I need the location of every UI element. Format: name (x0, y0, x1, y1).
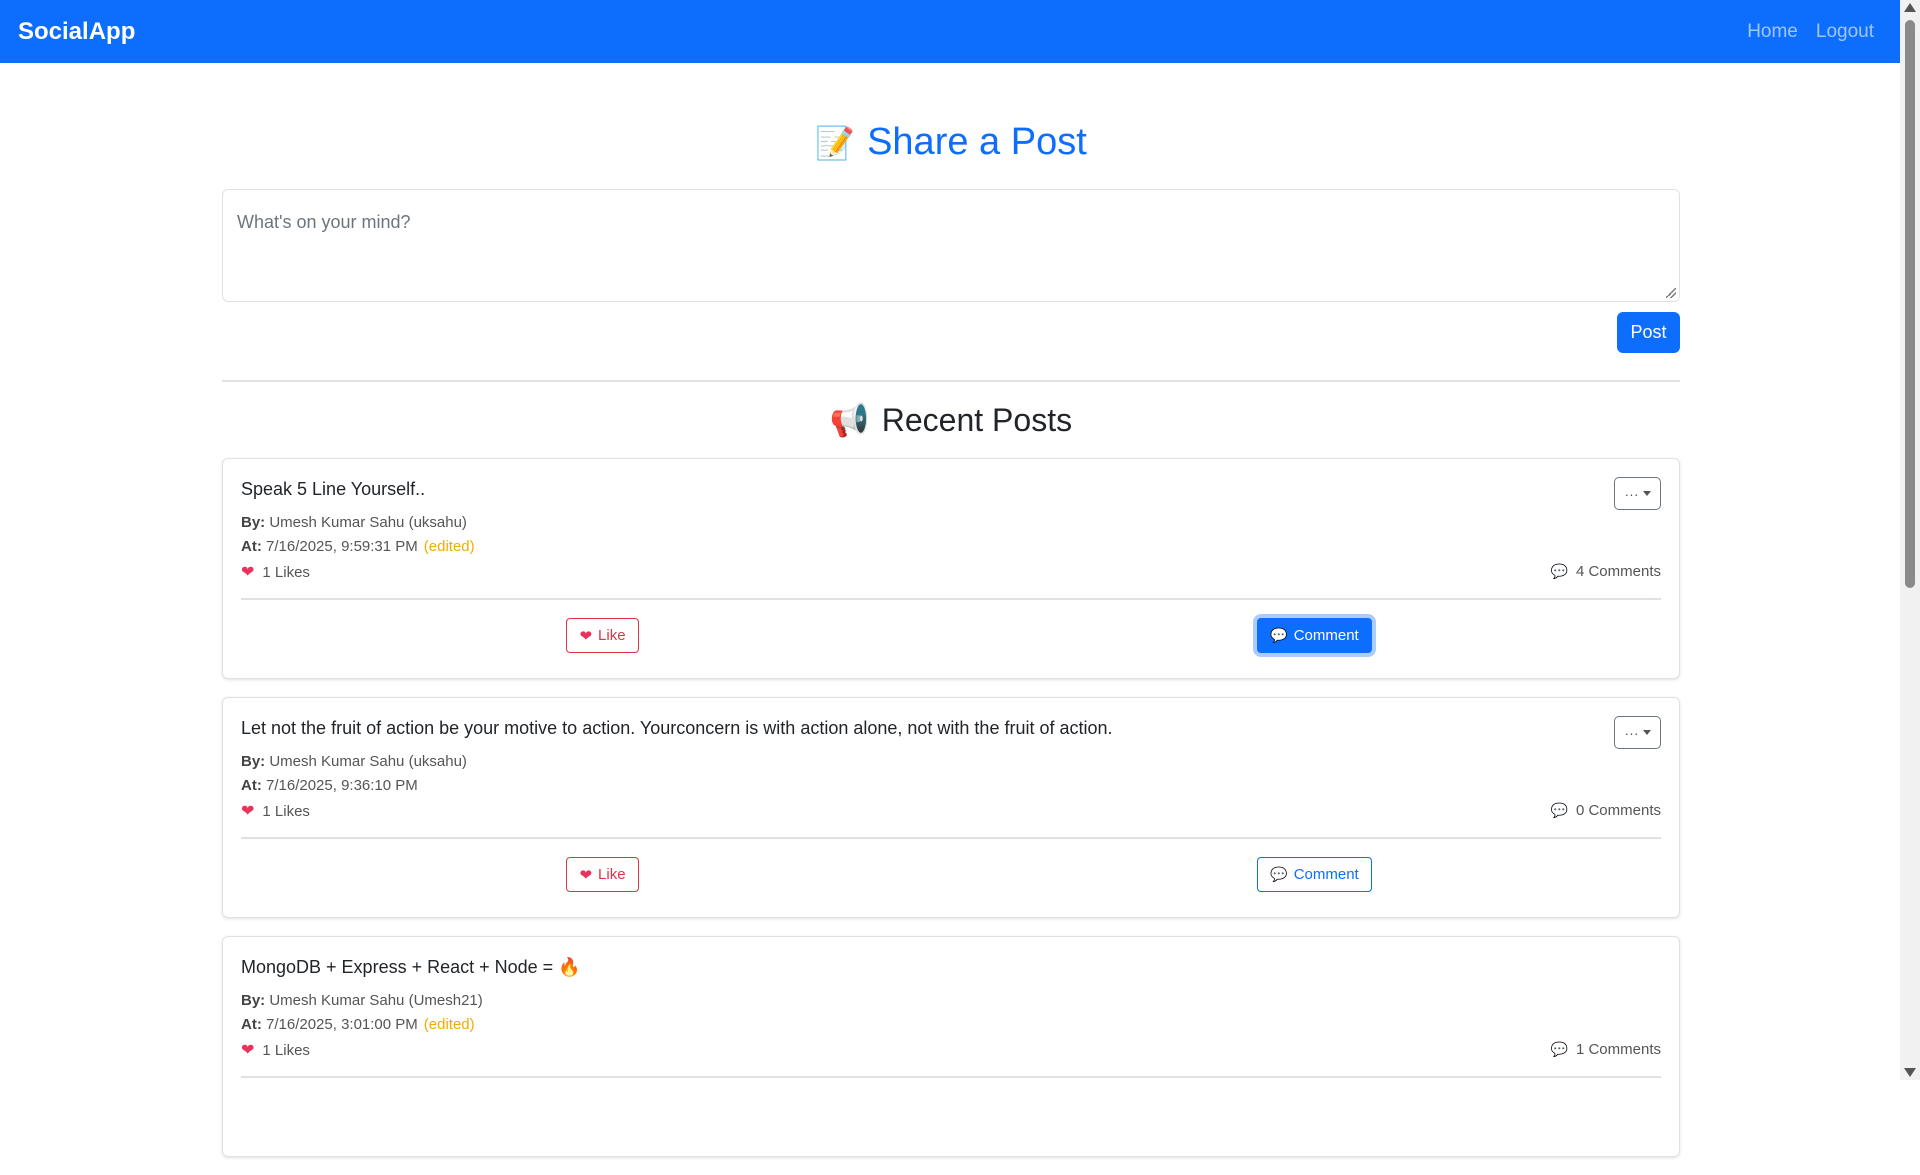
post-timestamp: At: 7/16/2025, 9:59:31 PM (edited) (241, 538, 475, 555)
post-stats: ❤ 1 Likes 💬 0 Comments (241, 798, 1661, 822)
nav-links: Home Logout (1747, 21, 1882, 43)
post-menu-button[interactable]: ··· (1614, 477, 1661, 510)
share-post-title: Share a Post (867, 121, 1087, 163)
speech-bubble-icon: 💬 (1270, 627, 1288, 644)
post-actions-row: ❤ Like 💬 Comment (241, 600, 1661, 664)
caret-down-icon (1642, 491, 1651, 496)
likes-count: ❤ 1 Likes (241, 800, 310, 820)
scroll-down-icon[interactable] (1904, 1068, 1916, 1077)
comments-count[interactable]: 💬 1 Comments (1551, 1041, 1661, 1058)
comment-button[interactable]: 💬 Comment (1257, 618, 1372, 653)
card-divider (241, 1076, 1661, 1078)
brand-logo[interactable]: SocialApp (18, 18, 135, 46)
heart-icon: ❤ (241, 561, 255, 581)
heart-icon: ❤ (241, 1039, 255, 1059)
like-button[interactable]: ❤ Like (566, 857, 639, 892)
heart-icon: ❤ (241, 800, 255, 820)
caret-down-icon (1642, 730, 1651, 735)
memo-icon: 📝 (815, 124, 856, 162)
page-scrollbar[interactable] (1900, 0, 1920, 1080)
post-author: By: Umesh Kumar Sahu (uksahu) (241, 753, 467, 770)
heart-icon: ❤ (579, 865, 593, 884)
post-button[interactable]: Post (1617, 312, 1680, 353)
navbar: SocialApp Home Logout (0, 0, 1900, 63)
post-textarea[interactable]: What's on your mind? (222, 189, 1680, 302)
post-timestamp: At: 7/16/2025, 9:36:10 PM (241, 777, 418, 794)
speech-bubble-icon: 💬 (1270, 866, 1288, 883)
post-textarea-placeholder: What's on your mind? (237, 212, 411, 232)
heart-icon: ❤ (579, 626, 593, 645)
main-container: 📝 Share a Post What's on your mind? Post … (222, 63, 1680, 1175)
post-card: Let not the fruit of action be your moti… (222, 697, 1680, 918)
comments-count[interactable]: 💬 4 Comments (1551, 563, 1661, 580)
like-button[interactable]: ❤ Like (566, 618, 639, 653)
scrollbar-thumb[interactable] (1905, 20, 1915, 588)
edited-badge: (edited) (423, 1016, 475, 1033)
post-author: By: Umesh Kumar Sahu (uksahu) (241, 514, 467, 531)
post-card: Speak 5 Line Yourself.. By: Umesh Kumar … (222, 458, 1680, 679)
post-menu-button[interactable]: ··· (1614, 716, 1661, 749)
recent-posts-heading: 📢 Recent Posts (222, 382, 1680, 458)
post-text: Speak 5 Line Yourself.. (241, 479, 426, 499)
likes-count: ❤ 1 Likes (241, 1039, 310, 1059)
post-stats: ❤ 1 Likes 💬 1 Comments (241, 1037, 1661, 1061)
edited-badge: (edited) (423, 538, 475, 555)
speech-bubble-icon: 💬 (1550, 1041, 1568, 1058)
speech-bubble-icon: 💬 (1550, 563, 1568, 580)
comments-count[interactable]: 💬 0 Comments (1551, 802, 1661, 819)
post-actions-row: ❤ Like 💬 Comment (241, 839, 1661, 903)
post-timestamp: At: 7/16/2025, 3:01:00 PM (edited) (241, 1016, 475, 1033)
post-text: Let not the fruit of action be your moti… (241, 718, 1113, 738)
share-post-heading: 📝 Share a Post (222, 63, 1680, 181)
post-card: MongoDB + Express + React + Node = 🔥 By:… (222, 936, 1680, 1157)
recent-posts-title: Recent Posts (881, 402, 1073, 438)
speech-bubble-icon: 💬 (1550, 802, 1568, 819)
post-author: By: Umesh Kumar Sahu (Umesh21) (241, 992, 483, 1009)
nav-link-home[interactable]: Home (1747, 21, 1798, 43)
likes-count: ❤ 1 Likes (241, 561, 310, 581)
post-actions: Post (222, 312, 1680, 353)
resize-handle-icon[interactable] (1666, 288, 1676, 298)
post-text: MongoDB + Express + React + Node = 🔥 (241, 957, 581, 977)
post-stats: ❤ 1 Likes 💬 4 Comments (241, 559, 1661, 583)
comment-button[interactable]: 💬 Comment (1257, 857, 1372, 892)
megaphone-icon: 📢 (829, 401, 870, 439)
nav-link-logout[interactable]: Logout (1816, 21, 1874, 43)
scroll-up-icon[interactable] (1904, 3, 1916, 12)
